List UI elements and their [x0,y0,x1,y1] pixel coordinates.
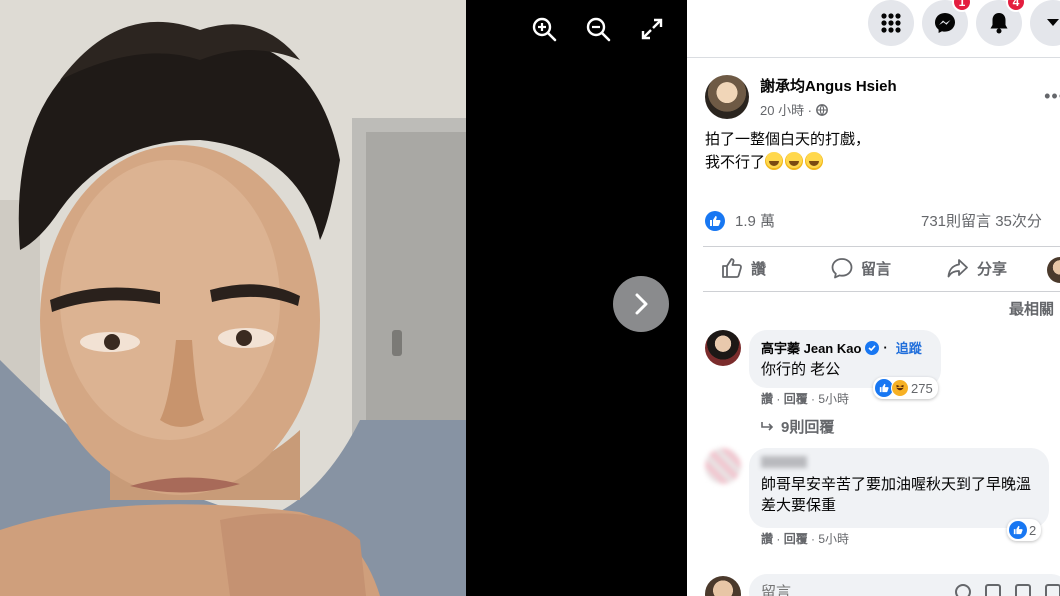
grinning-emoji-icon [765,152,784,170]
more-options-icon[interactable]: ••• [1044,86,1060,107]
comment-like-link[interactable]: 讚 [761,392,773,406]
comment-time[interactable]: 5小時 [818,392,849,406]
commenter-avatar[interactable] [705,448,741,484]
emoji-icon[interactable] [955,584,971,596]
account-menu-button[interactable] [1030,0,1060,46]
comment-composer [705,568,1060,596]
verified-badge-icon [865,340,880,355]
post-author: 謝承均Angus Hsieh 20 小時 · [705,75,897,119]
follow-separator: · [883,340,888,355]
post-time-text[interactable]: 20 小時 · [760,100,812,119]
top-navigation: 1 4 [687,0,1060,58]
comment-text: 帥哥早安辛苦了要加油喔秋天到了早晚溫差大要保重 [761,476,1032,514]
comment-actions: 讚 · 回覆 · 5小時 [761,532,850,546]
like-reaction-icon [705,210,725,231]
audience-avatar[interactable] [1047,257,1060,283]
comment-reactions[interactable]: 275 [873,377,938,399]
comment-time[interactable]: 5小時 [818,532,849,546]
post-stats: 1.9 萬 731則留言 35次分 [705,210,1060,231]
gif-icon[interactable] [1015,584,1031,596]
author-meta: 謝承均Angus Hsieh 20 小時 · [760,75,897,119]
commenter-name[interactable]: 高宇蓁 Jean Kao [761,338,861,357]
commenter-name-redacted[interactable] [761,456,807,468]
commenter-avatar[interactable] [705,330,741,366]
author-avatar[interactable] [705,75,749,119]
zoom-out-icon[interactable] [582,14,614,44]
bell-icon [990,13,1008,34]
share-label: 分享 [977,260,1008,278]
caret-down-icon [1047,19,1059,26]
notifications-button[interactable]: 4 [976,0,1026,46]
grinning-emoji-icon [785,152,804,170]
replies-count: 9則回覆 [781,419,835,436]
messenger-badge: 1 [952,0,972,12]
media-viewer [0,0,687,596]
comment-reaction-count: 275 [911,380,933,396]
comment-actions: 讚 · 回覆 · 5小時 [761,392,850,406]
next-photo-button[interactable] [613,276,669,332]
comment-reactions[interactable]: 2 [1007,519,1042,541]
reaction-count[interactable]: 1.9 萬 [735,210,775,231]
comment-icon [831,258,853,279]
like-label: 讚 [751,260,767,278]
camera-icon[interactable] [985,584,1001,596]
my-avatar [705,576,741,596]
composer-icons [955,584,1060,596]
post-text-line2: 我不行了 [705,154,766,171]
comment-button[interactable]: 留言 [831,257,891,279]
comment-like-link[interactable]: 讚 [761,532,773,546]
comment-reply-link[interactable]: 回覆 [784,392,808,406]
sticker-icon[interactable] [1045,584,1060,596]
post-photo [0,0,466,596]
chevron-right-icon [635,293,648,315]
post-timestamp: 20 小時 · [760,100,897,119]
thumbs-up-icon [722,258,742,278]
comment-reply-link[interactable]: 回覆 [784,532,808,546]
comment-item: 高宇蓁 Jean Kao · 追蹤 你行的 老公 275 讚 · 回覆 · 5小… [705,330,1060,420]
post-text: 拍了一整個白天的打戲， 我不行了 [705,128,870,174]
photo-viewer-page: 1 4 謝承均Angus Hsieh 20 小時 · ••• 拍了一整個白天的 [0,0,1060,596]
view-replies-link[interactable]: 9則回覆 [761,416,834,437]
viewer-toolbar [528,14,668,44]
messenger-button[interactable]: 1 [922,0,972,46]
fullscreen-icon[interactable] [636,14,668,44]
reply-arrow-icon [761,421,774,431]
follow-link[interactable]: 追蹤 [896,338,922,357]
zoom-in-icon[interactable] [528,14,560,44]
comment-item: 帥哥早安辛苦了要加油喔秋天到了早晚溫差大要保重 2 讚 · 回覆 · 5小時 [705,448,1060,558]
comment-reaction-count: 2 [1029,522,1037,538]
menu-button[interactable] [868,0,914,46]
post-text-line2-wrap: 我不行了 [705,151,870,174]
post-text-line1: 拍了一整個白天的打戲， [705,131,871,148]
grid-menu-icon [881,13,901,33]
globe-icon [816,103,828,116]
commenter-name-row: 高宇蓁 Jean Kao · 追蹤 [761,338,929,357]
messenger-icon [935,13,955,33]
grinning-emoji-icon [805,152,824,170]
notifications-badge: 4 [1006,0,1026,12]
like-reaction-icon [1009,521,1027,539]
comment-label: 留言 [861,260,892,278]
comment-sort-dropdown[interactable]: 最相關 [1009,298,1054,319]
like-button[interactable]: 讚 [721,257,766,279]
comment-bubble: 帥哥早安辛苦了要加油喔秋天到了早晚溫差大要保重 [749,448,1049,528]
share-icon [947,259,968,278]
comments-shares-count[interactable]: 731則留言 35次分 [921,210,1042,231]
post-actions: 讚 留言 分享 [703,246,1060,292]
haha-reaction-icon [891,379,909,397]
post-panel: 1 4 謝承均Angus Hsieh 20 小時 · ••• 拍了一整個白天的 [687,0,1060,596]
author-name[interactable]: 謝承均Angus Hsieh [760,75,897,96]
share-button[interactable]: 分享 [947,257,1007,279]
